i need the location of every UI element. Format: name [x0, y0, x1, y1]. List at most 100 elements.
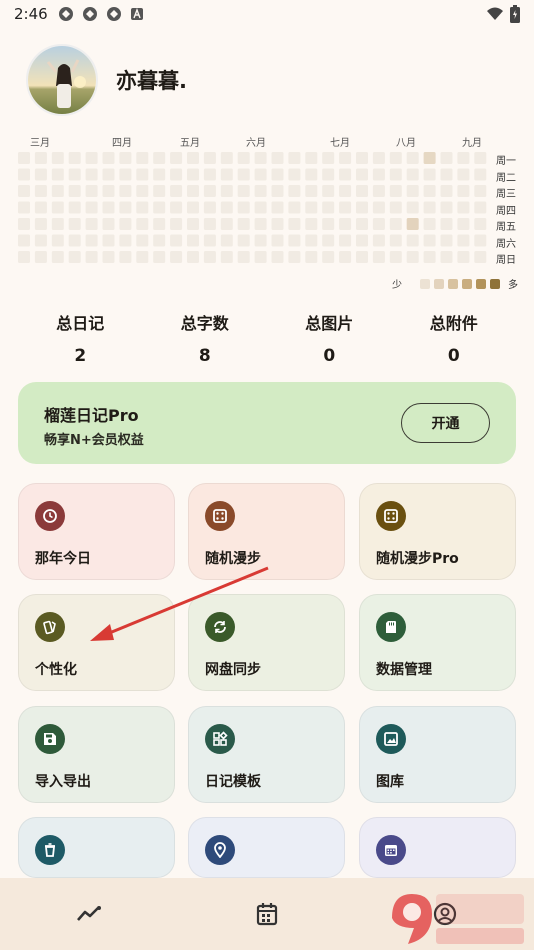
heatmap-cell — [288, 218, 301, 230]
tile-location[interactable] — [188, 817, 345, 878]
heatmap-cell — [220, 168, 233, 181]
heatmap-cell — [119, 218, 132, 230]
tile-random-walk-pro[interactable]: 随机漫步Pro — [359, 483, 516, 580]
status-right — [486, 5, 520, 23]
tile-gallery[interactable]: 图库 — [359, 706, 516, 803]
heatmap-cell — [423, 234, 436, 247]
day-label: 周三 — [496, 189, 516, 200]
heatmap-cell — [423, 201, 436, 214]
heatmap-cell — [356, 201, 368, 214]
legend-swatch — [462, 278, 472, 289]
heatmap-cell — [119, 251, 132, 263]
heatmap-cell — [457, 168, 470, 181]
heatmap-cell — [288, 185, 301, 197]
heatmap-cell — [322, 201, 335, 214]
heatmap-cell — [68, 168, 81, 181]
heatmap-cell — [51, 185, 64, 197]
stat-images: 总图片 0 — [267, 310, 392, 366]
heatmap-cell — [136, 234, 149, 247]
wifi-icon — [487, 7, 503, 20]
heatmap-cell — [237, 218, 250, 230]
heatmap-cell — [237, 168, 250, 181]
heatmap-cell — [305, 234, 318, 247]
heatmap-cell — [203, 185, 216, 197]
heatmap-cell — [119, 168, 132, 181]
heatmap-cell — [187, 185, 199, 197]
heatmap-cell — [474, 251, 487, 263]
heatmap-cell — [51, 201, 64, 214]
heatmap-cell — [85, 201, 98, 214]
avatar[interactable] — [26, 44, 98, 116]
heatmap-cell — [356, 168, 368, 181]
heatmap-cell — [389, 152, 402, 164]
stats-row: 总日记 2 总字数 8 总图片 0 总附件 0 — [18, 310, 516, 366]
heatmap-cell — [372, 234, 385, 247]
heatmap-cell — [271, 152, 284, 164]
username: 亦暮暮. — [116, 69, 187, 93]
status-bar: 2:46 — [0, 0, 534, 28]
tile-templates[interactable]: 日记模板 — [188, 706, 345, 803]
heatmap-cell — [305, 251, 318, 263]
heatmap-cell — [237, 152, 250, 164]
month-label: 五月 — [180, 138, 200, 149]
heatmap-cell — [440, 218, 453, 230]
heatmap-cell — [187, 234, 199, 247]
heatmap-cell — [271, 168, 284, 181]
day-label: 周一 — [496, 156, 516, 167]
heatmap-cell — [68, 185, 81, 197]
tile-trash[interactable] — [18, 817, 175, 878]
tile-data-manage[interactable]: 数据管理 — [359, 594, 516, 691]
heatmap-cell — [271, 251, 284, 263]
app-icon-3 — [106, 7, 121, 21]
heatmap-cell — [288, 234, 301, 247]
heatmap-cell — [271, 234, 284, 247]
heatmap-cell — [34, 201, 47, 214]
activity-heatmap: 三月 四月 五月 六月 七月 八月 九月 周一 周二 周三 周四 周五 周六 周日 少 多 — [18, 134, 518, 292]
heatmap-cell — [406, 218, 419, 230]
heatmap-cell — [288, 168, 301, 181]
annotation-arrow — [90, 566, 269, 641]
heatmap-cell — [34, 234, 47, 247]
heatmap-cell — [339, 168, 352, 181]
heatmap-cell — [389, 168, 402, 181]
heatmap-cell — [18, 218, 30, 230]
heatmap-cell — [406, 168, 419, 181]
calendar-icon — [376, 835, 406, 865]
heatmap-cell — [220, 201, 233, 214]
heatmap-cell — [288, 251, 301, 263]
activate-button[interactable]: 开通 — [401, 403, 490, 443]
heatmap-cell — [119, 185, 132, 197]
status-icons — [58, 6, 144, 22]
heatmap-cell — [406, 201, 419, 214]
heatmap-cell — [34, 218, 47, 230]
heatmap-cell — [203, 234, 216, 247]
day-label: 周四 — [496, 205, 516, 217]
pro-card[interactable]: 榴莲日记Pro 畅享N+会员权益 开通 — [18, 382, 516, 464]
tile-calendar[interactable] — [359, 817, 516, 878]
widgets-icon — [205, 724, 235, 754]
heatmap-legend: 少 多 — [392, 276, 518, 291]
heatmap-cell — [356, 234, 368, 247]
tile-import-export[interactable]: 导入导出 — [18, 706, 175, 803]
month-label: 四月 — [112, 138, 132, 149]
app-icon-1 — [58, 7, 73, 21]
heatmap-cell — [220, 218, 233, 230]
nav-calendar[interactable] — [178, 878, 356, 950]
stat-value: 2 — [74, 346, 87, 366]
heatmap-cell — [203, 251, 216, 263]
heatmap-cell — [237, 251, 250, 263]
heatmap-cell — [339, 185, 352, 197]
profile-header: 亦暮暮. — [26, 44, 187, 116]
heatmap-cell — [389, 201, 402, 214]
heatmap-cell — [305, 168, 318, 181]
heatmap-cell — [372, 251, 385, 263]
heatmap-cell — [457, 218, 470, 230]
heatmap-cell — [18, 234, 30, 247]
heatmap-cell — [102, 185, 115, 197]
heatmap-cell — [203, 201, 216, 214]
heatmap-cell — [474, 152, 487, 164]
heatmap-cell — [322, 168, 335, 181]
nav-stats[interactable] — [0, 878, 178, 950]
heatmap-cell — [187, 251, 199, 263]
heatmap-cell — [372, 185, 385, 197]
